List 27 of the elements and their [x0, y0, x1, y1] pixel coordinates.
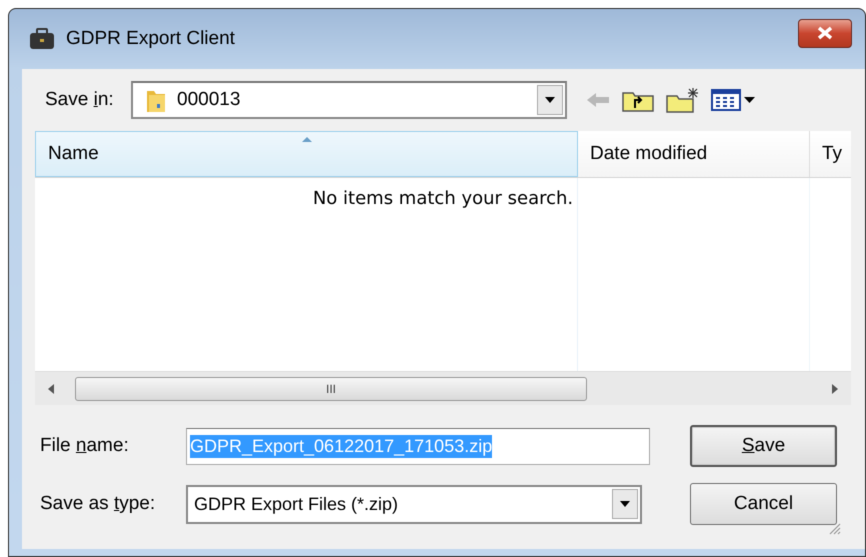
new-folder-icon: [665, 86, 701, 114]
back-arrow-icon: [585, 90, 611, 110]
file-type-combo[interactable]: GDPR Export Files (*.zip): [186, 484, 642, 524]
save-as-type-label: Save as type:: [40, 493, 156, 515]
dialog-button[interactable]: Save: [690, 425, 837, 467]
dropdown-button[interactable]: [612, 489, 638, 519]
sort-arrow-icon: [301, 136, 313, 142]
file-name-label: File name:: [40, 435, 130, 457]
column-header[interactable]: Date modified: [578, 131, 810, 177]
scrollbar-thumb[interactable]: III: [75, 376, 587, 400]
column-header[interactable]: Name: [35, 131, 578, 177]
briefcase-icon: [28, 27, 56, 51]
close-icon: [816, 26, 834, 40]
view-menu-icon: [711, 88, 757, 112]
scroll-left-icon: [47, 384, 55, 394]
window-title: GDPR Export Client: [66, 28, 235, 50]
scroll-right-icon: [831, 384, 839, 394]
dialog-button[interactable]: Cancel: [690, 483, 837, 525]
horizontal-scrollbar[interactable]: III: [35, 371, 851, 405]
folder-combo[interactable]: 000013: [131, 81, 567, 119]
close-button[interactable]: [798, 18, 852, 48]
caret-icon: [544, 96, 556, 104]
caret-icon: [619, 500, 631, 508]
resize-grip-icon: [827, 521, 841, 535]
empty-message: No items match your search.: [312, 188, 574, 211]
save-in-label: Save in:: [44, 89, 115, 111]
dropdown-button[interactable]: [537, 85, 563, 115]
